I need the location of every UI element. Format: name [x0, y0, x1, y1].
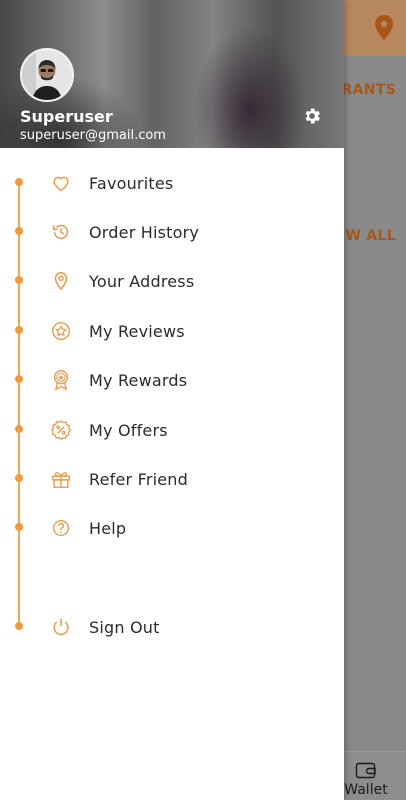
medal-icon	[50, 369, 72, 391]
menu-item-label: My Rewards	[89, 371, 188, 390]
gear-icon[interactable]	[302, 106, 322, 126]
percent-badge-icon	[50, 419, 72, 441]
menu-item-my-offers[interactable]: My Offers	[0, 410, 344, 450]
menu-item-label: Your Address	[89, 272, 195, 291]
timeline-dot	[15, 227, 23, 235]
history-icon	[50, 221, 72, 243]
bottom-nav-wallet[interactable]: Wallet	[344, 760, 388, 798]
timeline-dot	[15, 375, 23, 383]
menu-item-label: My Offers	[89, 421, 168, 440]
menu-item-sign-out[interactable]: Sign Out	[0, 607, 344, 647]
heart-icon	[50, 172, 72, 194]
menu-item-label: Favourites	[89, 174, 174, 193]
user-name: Superuser	[20, 107, 113, 126]
menu-item-my-rewards[interactable]: My Rewards	[0, 360, 344, 400]
menu-item-label: Sign Out	[89, 618, 160, 637]
timeline-dot	[15, 326, 23, 334]
menu-item-my-reviews[interactable]: My Reviews	[0, 311, 344, 351]
location-pin-icon	[50, 270, 72, 292]
star-circle-icon	[50, 320, 72, 342]
location-pin-icon[interactable]	[372, 14, 396, 42]
background-section-heading: RANTS	[341, 82, 396, 98]
drawer-header: Superuser superuser@gmail.com	[0, 0, 344, 148]
navigation-drawer: Superuser superuser@gmail.com Favourites…	[0, 0, 344, 800]
timeline-dot	[15, 622, 23, 630]
menu-item-label: My Reviews	[89, 322, 185, 341]
menu-item-label: Order History	[89, 223, 200, 242]
drawer-menu: Favourites Order History Your Address My…	[0, 148, 344, 800]
timeline-dot	[15, 425, 23, 433]
wallet-icon	[355, 762, 376, 779]
power-icon	[50, 616, 72, 638]
timeline-dot	[15, 178, 23, 186]
question-circle-icon	[50, 517, 72, 539]
menu-item-favourites[interactable]: Favourites	[0, 163, 344, 203]
timeline-dot	[15, 276, 23, 284]
timeline-dot	[15, 474, 23, 482]
menu-item-order-history[interactable]: Order History	[0, 212, 344, 252]
menu-item-label: Refer Friend	[89, 470, 188, 489]
timeline-dot	[15, 523, 23, 531]
user-email: superuser@gmail.com	[20, 128, 166, 143]
menu-item-help[interactable]: Help	[0, 508, 344, 548]
gift-icon	[50, 468, 72, 490]
menu-item-your-address[interactable]: Your Address	[0, 261, 344, 301]
bottom-nav-wallet-label: Wallet	[344, 782, 388, 798]
menu-item-label: Help	[89, 519, 127, 538]
view-all-link[interactable]: EW ALL	[336, 228, 396, 244]
menu-item-refer-friend[interactable]: Refer Friend	[0, 459, 344, 499]
avatar[interactable]	[20, 48, 74, 102]
